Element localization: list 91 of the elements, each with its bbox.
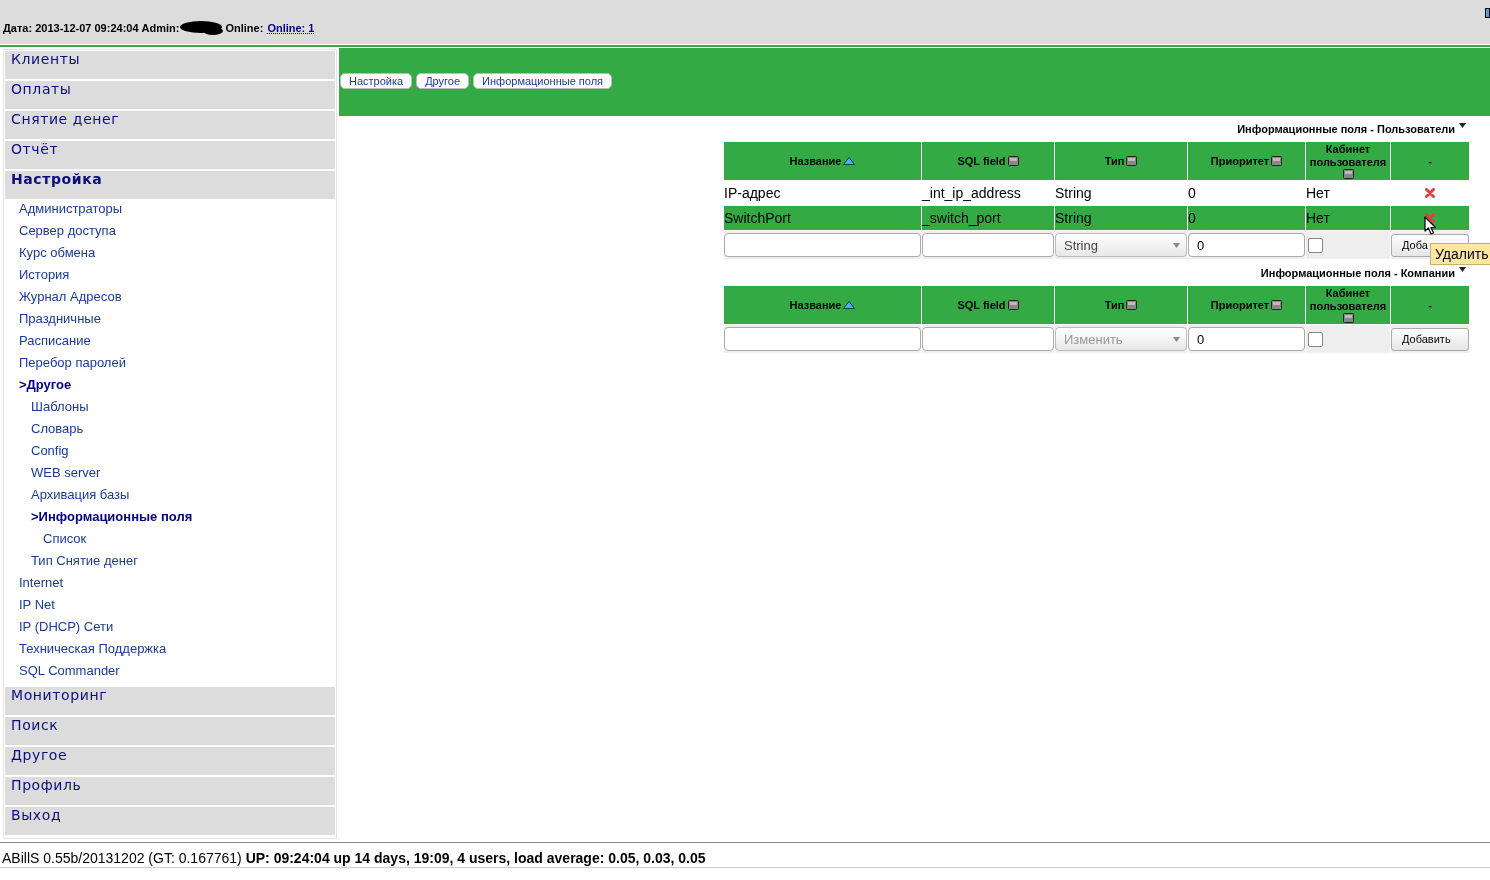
status-line: ABillS 0.55b/20131202 (GT: 0.167761) UP: 09:24:04 up 14 days, 19:09, 4 users, load average: 0.05, 0.03, 0.05: [2, 850, 706, 866]
table-cell: SwitchPort: [724, 210, 791, 226]
sort-icon[interactable]: [1126, 156, 1138, 166]
submenu-item[interactable]: Праздничные: [5, 311, 335, 333]
table-cell: String: [1055, 185, 1092, 201]
caret-icon[interactable]: [1459, 123, 1466, 128]
menu-item[interactable]: Отчёт: [5, 141, 335, 169]
sort-icon[interactable]: [1007, 300, 1019, 310]
column-header: Тип: [1104, 154, 1125, 168]
menu-item[interactable]: Мониторинг: [5, 687, 335, 715]
name-input[interactable]: [724, 233, 921, 257]
submenu-item[interactable]: Список: [5, 531, 335, 553]
column-header: Кабинет пользователя: [1308, 287, 1388, 313]
submenu-item[interactable]: Тип Снятие денег: [5, 553, 335, 575]
sort-icon[interactable]: [1271, 300, 1283, 310]
submenu-item[interactable]: >Другое: [5, 377, 335, 399]
breadcrumb-link[interactable]: Информационные поля: [473, 73, 613, 89]
column-header: -: [1428, 154, 1432, 168]
online-label: Online:: [225, 22, 264, 34]
submenu-item[interactable]: Администраторы: [5, 201, 335, 223]
submenu-item[interactable]: Перебор паролей: [5, 355, 335, 377]
menu-item[interactable]: Настройка: [5, 171, 335, 199]
dropdown-arrow-icon: [1173, 336, 1180, 342]
table-cell: 0: [1188, 210, 1196, 226]
column-header: Название: [789, 154, 842, 168]
sort-icon[interactable]: [1342, 313, 1354, 323]
menu-item[interactable]: Выход: [5, 807, 335, 835]
submenu-item[interactable]: Расписание: [5, 333, 335, 355]
name-input[interactable]: [724, 327, 921, 351]
menu-item[interactable]: Оплаты: [5, 81, 335, 109]
table-cell: _switch_port: [922, 210, 1001, 226]
priority-input[interactable]: 0: [1188, 233, 1305, 257]
submenu-item[interactable]: Config: [5, 443, 335, 465]
column-header: Название: [789, 298, 842, 312]
submenu-item[interactable]: Архивация базы: [5, 487, 335, 509]
submenu-item[interactable]: Журнал Адресов: [5, 289, 335, 311]
sort-ascending-icon[interactable]: [843, 157, 856, 165]
table-cell: Нет: [1306, 210, 1330, 226]
sort-icon[interactable]: [1126, 300, 1138, 310]
submenu-item[interactable]: WEB server: [5, 465, 335, 487]
sql-field-input[interactable]: [922, 327, 1054, 351]
tooltip: Удалить: [1430, 243, 1490, 265]
submenu-item[interactable]: Internet: [5, 575, 335, 597]
sort-icon[interactable]: [1007, 156, 1019, 166]
sort-ascending-icon[interactable]: [843, 301, 856, 309]
delete-icon[interactable]: [1425, 213, 1435, 223]
menu-item[interactable]: Другое: [5, 747, 335, 775]
submenu-item[interactable]: IP (DHCP) Сети: [5, 619, 335, 641]
type-dropdown[interactable]: String: [1055, 233, 1187, 257]
table-cell: _int_ip_address: [922, 185, 1021, 201]
submenu-item[interactable]: SQL Commander: [5, 663, 335, 685]
table-title: Информационные поля - Пользователи: [1237, 123, 1455, 135]
menu-item[interactable]: Снятие денег: [5, 111, 335, 139]
add-button[interactable]: Добавить: [1391, 327, 1469, 351]
checkbox[interactable]: [1308, 332, 1323, 348]
checkbox[interactable]: [1308, 238, 1323, 254]
submenu-item[interactable]: Сервер доступа: [5, 223, 335, 245]
sort-icon[interactable]: [1271, 156, 1283, 166]
menu-item[interactable]: Поиск: [5, 717, 335, 745]
submenu-item[interactable]: Техническая Поддержка: [5, 641, 335, 663]
column-header: Приоритет: [1210, 298, 1270, 312]
table-cell: 0: [1188, 185, 1196, 201]
menu-item[interactable]: Клиенты: [5, 51, 335, 79]
submenu-item[interactable]: Курс обмена: [5, 245, 335, 267]
column-header: -: [1428, 298, 1432, 312]
caret-icon[interactable]: [1459, 267, 1466, 272]
dropdown-arrow-icon: [1173, 242, 1180, 248]
submenu-item[interactable]: Шаблоны: [5, 399, 335, 421]
table-title: Информационные поля - Компании: [1260, 267, 1455, 279]
column-header: Кабинет пользователя: [1308, 143, 1388, 169]
table-cell: Нет: [1306, 185, 1330, 201]
window-icon[interactable]: [1485, 8, 1490, 18]
breadcrumb-link[interactable]: Другое: [416, 73, 470, 89]
table-cell: IP-адрес: [724, 185, 781, 201]
column-header: Тип: [1104, 298, 1125, 312]
submenu-item[interactable]: >Информационные поля: [5, 509, 335, 531]
online-link[interactable]: Online: 1: [267, 22, 315, 34]
breadcrumb-link[interactable]: Настройка: [340, 73, 413, 89]
header-info: Дата: 2013-12-07 09:24:04 Admin:: [3, 22, 180, 34]
redaction-blob: [179, 20, 226, 36]
sort-icon[interactable]: [1342, 169, 1354, 179]
table-cell: String: [1055, 210, 1092, 226]
column-header: SQL field: [957, 298, 1006, 312]
submenu-item[interactable]: Словарь: [5, 421, 335, 443]
submenu-item[interactable]: IP Net: [5, 597, 335, 619]
column-header: SQL field: [957, 154, 1006, 168]
menu-item[interactable]: Профиль: [5, 777, 335, 805]
sql-field-input[interactable]: [922, 233, 1054, 257]
priority-input[interactable]: 0: [1188, 327, 1305, 351]
submenu-item[interactable]: История: [5, 267, 335, 289]
column-header: Приоритет: [1210, 154, 1270, 168]
